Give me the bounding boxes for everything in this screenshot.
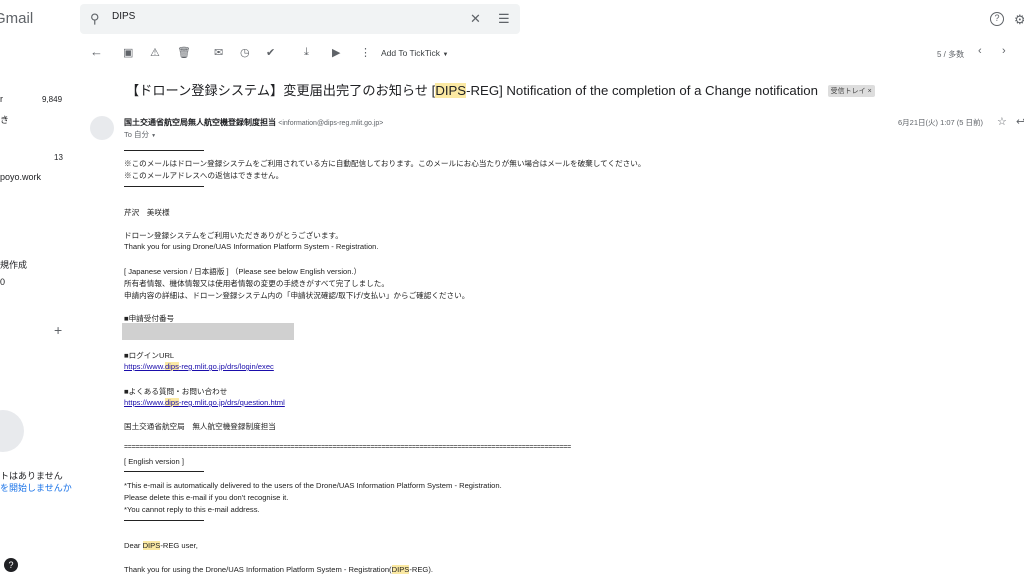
body-line: Please delete this e-mail if you don't r… bbox=[124, 493, 289, 502]
body-line: ※このメールはドローン登録システムをご利用されている方に自動配信しております。こ… bbox=[124, 159, 646, 168]
avatar bbox=[90, 116, 114, 140]
settings-icon[interactable]: ⚙ bbox=[1014, 12, 1024, 28]
prev-icon[interactable]: ‹ bbox=[978, 45, 982, 57]
more-icon[interactable]: ⋮ bbox=[360, 46, 371, 59]
search-input[interactable] bbox=[112, 11, 452, 22]
search-options-icon[interactable]: ☰ bbox=[498, 11, 510, 27]
mark-unread-icon[interactable]: ✉ bbox=[214, 46, 223, 59]
back-icon[interactable]: ← bbox=[90, 44, 103, 59]
archive-icon[interactable]: ▣ bbox=[123, 46, 133, 59]
reply-icon[interactable]: ↩ bbox=[1016, 115, 1024, 128]
pager-text: 5 / 多数 bbox=[937, 50, 965, 59]
gmail-logo: Gmail bbox=[0, 10, 34, 27]
search-bar: ⚲ ✕ ☰ bbox=[80, 4, 520, 34]
email-date: 6月21日(火) 1:07 (5 日前) bbox=[898, 118, 984, 127]
chevron-down-icon: ▼ bbox=[442, 52, 449, 58]
body-line: ※このメールアドレスへの返信はできません。 bbox=[124, 171, 284, 180]
divider bbox=[124, 520, 204, 521]
body-line: Thank you for using Drone/UAS Informatio… bbox=[124, 242, 379, 251]
email-subject: 【ドローン登録システム】変更届出完了のお知らせ [DIPS-REG] Notif… bbox=[126, 80, 875, 99]
body-line: *This e-mail is automatically delivered … bbox=[124, 481, 502, 490]
inbox-label-chip[interactable]: 受信トレイ × bbox=[827, 85, 875, 97]
delete-icon[interactable]: 🗑 bbox=[177, 46, 191, 59]
sidebar-count: 13 bbox=[54, 153, 63, 162]
body-line: *You cannot reply to this e-mail address… bbox=[124, 505, 260, 514]
hangouts-icon bbox=[0, 410, 24, 452]
body-line: [ Japanese version / 日本語版 ] （Please see … bbox=[124, 267, 362, 276]
divider bbox=[124, 471, 204, 472]
body-line: ドローン登録システムをご利用いただきありがとうございます。 bbox=[124, 231, 343, 240]
message-toolbar: ← ▣ ⚠ 🗑 ✉ ◷ ✔ ⤓ ▶ ⋮ Add To TickTick ▼ 5 … bbox=[80, 42, 1024, 66]
move-to-icon[interactable]: ⤓ bbox=[304, 46, 309, 59]
left-sidebar: Gmail r 9,849 き 13 poyo.work 規作成 0 + トはあ… bbox=[0, 0, 78, 576]
help-icon[interactable]: ? bbox=[990, 12, 1004, 26]
sidebar-item-inbox[interactable]: r bbox=[0, 94, 3, 104]
start-chat-link[interactable]: を開始しませんか bbox=[0, 481, 72, 494]
add-to-ticktick-button[interactable]: Add To TickTick ▼ bbox=[381, 48, 448, 58]
sidebar-item-create[interactable]: 規作成 bbox=[0, 258, 27, 271]
double-divider: ========================================… bbox=[124, 444, 571, 451]
faq-heading: ■よくある質問・お問い合わせ bbox=[124, 387, 228, 396]
clear-search-icon[interactable]: ✕ bbox=[470, 11, 481, 27]
sidebar-item-account[interactable]: poyo.work bbox=[0, 172, 41, 182]
add-to-tasks-icon[interactable]: ✔ bbox=[266, 46, 275, 59]
remove-label-icon[interactable]: × bbox=[868, 88, 872, 95]
body-line: Dear DIPS-REG user, bbox=[124, 541, 198, 550]
sidebar-item-starred[interactable]: き bbox=[0, 113, 9, 126]
star-icon[interactable]: ☆ bbox=[997, 115, 1007, 128]
add-icon[interactable]: + bbox=[54, 322, 62, 338]
divider bbox=[124, 186, 204, 187]
search-icon[interactable]: ⚲ bbox=[90, 11, 100, 27]
sidebar-item-misc[interactable]: 0 bbox=[0, 277, 5, 287]
next-icon[interactable]: › bbox=[1002, 45, 1006, 57]
chat-help-icon[interactable]: ? bbox=[4, 558, 18, 572]
inbox-count: 9,849 bbox=[42, 95, 63, 104]
faq-url-link[interactable]: https://www.dips-reg.mlit.go.jp/drs/ques… bbox=[124, 398, 285, 407]
signature: 国土交通省航空局 無人航空機登録制度担当 bbox=[124, 422, 276, 431]
report-spam-icon[interactable]: ⚠ bbox=[150, 46, 160, 59]
sender-info[interactable]: 国土交通省航空局無人航空機登録制度担当 <information@dips-re… bbox=[124, 117, 383, 128]
body-line: 所有者情報、機体情報又は使用者情報の変更の手続きがすべて完了しました。 bbox=[124, 279, 389, 288]
label-icon[interactable]: ▶ bbox=[332, 46, 340, 59]
add-to-ticktick-label: Add To TickTick bbox=[381, 48, 441, 58]
recipient-info[interactable]: To 自分 ▼ bbox=[124, 129, 156, 140]
redacted-receipt-number bbox=[122, 323, 294, 340]
snooze-icon[interactable]: ◷ bbox=[240, 46, 250, 59]
chevron-down-icon: ▼ bbox=[151, 133, 157, 139]
body-line: 申請内容の詳細は、ドローン登録システム内の「申請状況確認/取下げ/支払い」からご… bbox=[124, 291, 470, 300]
body-line: Thank you for using the Drone/UAS Inform… bbox=[124, 565, 433, 574]
divider bbox=[124, 150, 204, 151]
login-url-link[interactable]: https://www.dips-reg.mlit.go.jp/drs/logi… bbox=[124, 362, 274, 371]
body-line: [ English version ] bbox=[124, 457, 184, 466]
login-heading: ■ログインURL bbox=[124, 351, 175, 360]
greeting: 芹沢 美咲様 bbox=[124, 208, 170, 217]
